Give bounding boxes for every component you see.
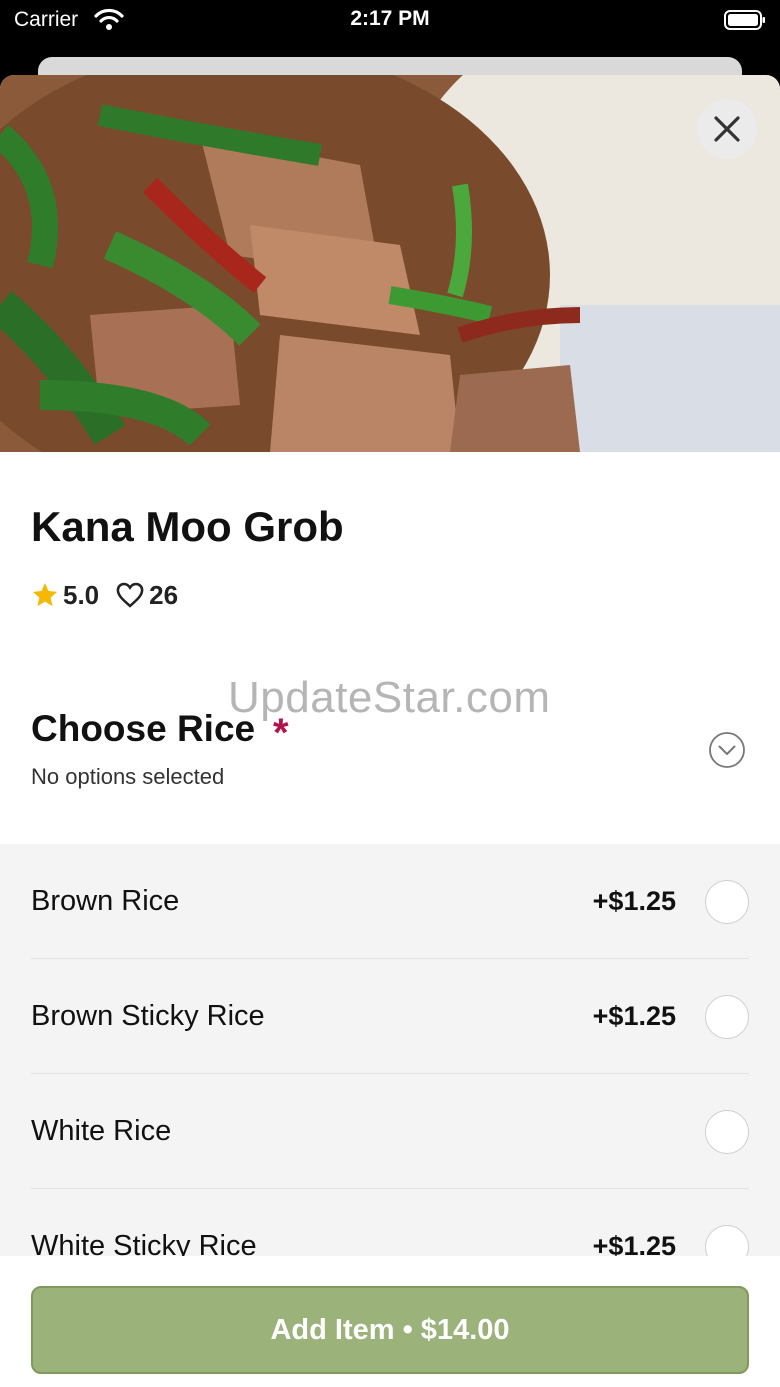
star-icon [32, 583, 58, 607]
option-label: Brown Rice [31, 885, 180, 917]
likes[interactable]: 26 [115, 580, 178, 611]
option-radio[interactable] [705, 1110, 749, 1154]
rating-value: 5.0 [63, 579, 100, 610]
option-label: White Sticky Rice [31, 1230, 257, 1256]
option-row[interactable]: Brown Sticky Rice +$1.25 [0, 959, 780, 1074]
item-title: Kana Moo Grob [31, 503, 344, 550]
dish-photo [0, 75, 780, 452]
section-toggle[interactable] [708, 731, 746, 769]
close-button[interactable] [697, 99, 757, 159]
option-row[interactable]: White Sticky Rice +$1.25 [0, 1189, 780, 1256]
chevron-down-icon [709, 732, 745, 768]
option-row[interactable]: White Rice [0, 1074, 780, 1189]
item-detail-sheet: Kana Moo Grob 5.0 26 UpdateStar.com Choo… [0, 75, 780, 1387]
option-price: +$1.25 [592, 1001, 676, 1031]
rice-options-list: Brown Rice +$1.25 Brown Sticky Rice +$1.… [0, 844, 780, 1256]
option-price: +$1.25 [592, 886, 676, 916]
option-price: +$1.25 [592, 1231, 676, 1256]
footer-bar: Add Item • $14.00 [0, 1256, 780, 1387]
heart-icon [116, 582, 144, 608]
rating: 5.0 [31, 580, 99, 611]
section-title: Choose Rice [31, 708, 256, 749]
option-radio[interactable] [705, 1225, 749, 1256]
close-icon [714, 116, 740, 142]
item-stats: 5.0 26 [31, 578, 194, 612]
add-item-button[interactable]: Add Item • $14.00 [31, 1286, 749, 1374]
option-label: White Rice [31, 1115, 172, 1147]
required-marker: * [273, 711, 289, 755]
status-bar: Carrier 2:17 PM [0, 0, 780, 40]
battery-icon [724, 10, 765, 30]
option-row[interactable]: Brown Rice +$1.25 [0, 844, 780, 959]
clock: 2:17 PM [350, 7, 430, 30]
option-radio[interactable] [705, 995, 749, 1039]
section-subtitle: No options selected [31, 764, 225, 789]
option-radio[interactable] [705, 880, 749, 924]
option-label: Brown Sticky Rice [31, 1000, 265, 1032]
likes-count: 26 [149, 579, 179, 610]
